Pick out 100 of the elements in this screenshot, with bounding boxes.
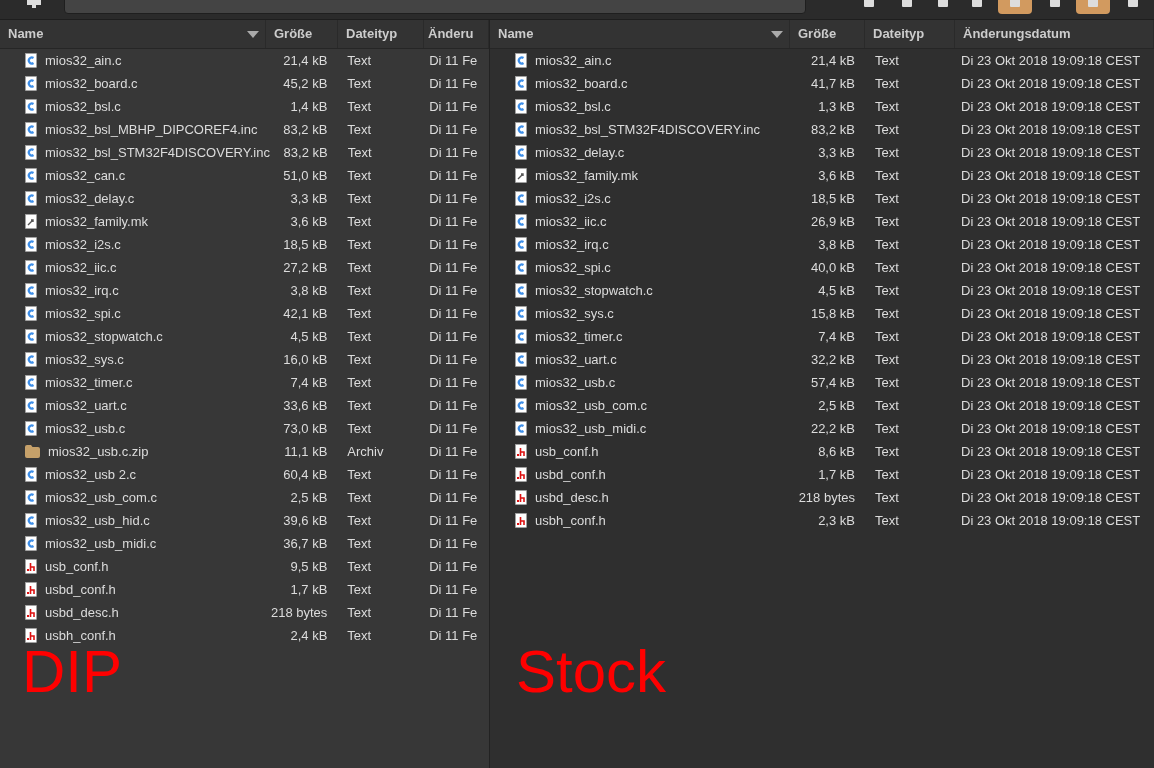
file-name[interactable]: usb_conf.h: [45, 556, 109, 577]
file-name[interactable]: mios32_family.mk: [45, 211, 149, 232]
file-name[interactable]: mios32_usb.c: [535, 372, 616, 393]
modified-date: Di 11 Fe: [429, 627, 478, 643]
file-name[interactable]: mios32_sys.c: [45, 349, 124, 370]
column-header[interactable]: Größe: [790, 20, 865, 48]
file-name[interactable]: mios32_delay.c: [535, 142, 625, 163]
file-name[interactable]: mios32_spi.c: [45, 303, 121, 324]
file-type: Text: [347, 466, 372, 482]
file-name[interactable]: mios32_usb_midi.c: [45, 533, 157, 554]
file-name[interactable]: mios32_i2s.c: [535, 188, 611, 209]
file-name[interactable]: mios32_bsl_STM32F4DISCOVERY.inc: [535, 119, 760, 140]
file-name[interactable]: mios32_bsl.c: [535, 96, 611, 117]
file-name[interactable]: usbd_desc.h: [535, 487, 609, 508]
computer-icon[interactable]: [27, 0, 41, 8]
file-type: Text: [875, 52, 899, 68]
c-file-icon: [515, 191, 527, 206]
file-name[interactable]: mios32_sys.c: [535, 303, 614, 324]
modified-date: Di 11 Fe: [429, 535, 478, 551]
file-name[interactable]: mios32_usb.c: [45, 418, 126, 439]
file-name[interactable]: mios32_usb_com.c: [535, 395, 647, 416]
c-file-icon: [25, 513, 37, 528]
c-file-icon: [515, 214, 527, 229]
file-size: 218 bytes: [270, 604, 328, 620]
file-name[interactable]: usbh_conf.h: [535, 510, 606, 531]
file-name[interactable]: usbd_conf.h: [45, 579, 116, 600]
file-size: 8,6 kB: [818, 443, 855, 459]
modified-date: Di 23 Okt 2018 19:09:18 CEST: [961, 512, 1141, 528]
file-name[interactable]: usb_conf.h: [535, 441, 599, 462]
file-name[interactable]: usbd_conf.h: [535, 464, 606, 485]
file-name[interactable]: mios32_board.c: [45, 73, 138, 94]
file-name[interactable]: mios32_family.mk: [535, 165, 639, 186]
file-name[interactable]: mios32_usb 2.c: [45, 464, 137, 485]
file-size: 18,5 kB: [283, 236, 328, 252]
file-name[interactable]: mios32_bsl_STM32F4DISCOVERY.inc: [45, 142, 270, 163]
file-type: Text: [875, 190, 899, 206]
modified-date: Di 11 Fe: [429, 190, 478, 206]
file-name[interactable]: mios32_spi.c: [535, 257, 611, 278]
file-type: Text: [347, 121, 372, 137]
file-type: Text: [875, 75, 899, 91]
file-name[interactable]: mios32_usb_com.c: [45, 487, 157, 508]
header-file-icon: [25, 628, 37, 643]
file-name[interactable]: mios32_usb_midi.c: [535, 418, 647, 439]
file-name[interactable]: mios32_bsl_MBHP_DIPCOREF4.inc: [45, 119, 258, 140]
column-header[interactable]: Dateityp: [338, 20, 424, 48]
column-header[interactable]: Änderu: [424, 20, 489, 48]
file-size: 27,2 kB: [283, 259, 328, 275]
file-name[interactable]: mios32_iic.c: [535, 211, 607, 232]
file-name[interactable]: mios32_ain.c: [535, 50, 612, 71]
c-file-icon: [25, 421, 37, 436]
file-name[interactable]: mios32_board.c: [535, 73, 628, 94]
file-size: 60,4 kB: [283, 466, 328, 482]
file-name[interactable]: mios32_usb.c.zip: [48, 441, 149, 462]
file-name[interactable]: mios32_uart.c: [45, 395, 127, 416]
modified-date: Di 23 Okt 2018 19:09:18 CEST: [961, 420, 1141, 436]
file-name[interactable]: mios32_usb_hid.c: [45, 510, 150, 531]
file-name[interactable]: usbd_desc.h: [45, 602, 119, 623]
file-size: 83,2 kB: [283, 121, 328, 137]
file-name[interactable]: mios32_irq.c: [535, 234, 609, 255]
column-header[interactable]: Name: [0, 20, 266, 48]
file-name[interactable]: mios32_stopwatch.c: [535, 280, 653, 301]
file-type: Text: [347, 604, 372, 620]
c-file-icon: [25, 536, 37, 551]
column-header[interactable]: Änderungsdatum: [955, 20, 1154, 48]
file-size: 57,4 kB: [810, 374, 855, 390]
modified-date: Di 23 Okt 2018 19:09:18 CEST: [961, 121, 1141, 137]
file-type: Text: [875, 305, 899, 321]
modified-date: Di 11 Fe: [429, 282, 478, 298]
file-type: Text: [347, 397, 372, 413]
c-file-icon: [25, 191, 37, 206]
file-size: 3,6 kB: [290, 213, 328, 229]
column-header[interactable]: Name: [490, 20, 790, 48]
file-name[interactable]: mios32_i2s.c: [45, 234, 121, 255]
file-name[interactable]: mios32_delay.c: [45, 188, 135, 209]
file-size: 51,0 kB: [283, 167, 328, 183]
file-name[interactable]: mios32_iic.c: [45, 257, 117, 278]
file-size: 7,4 kB: [290, 374, 328, 390]
header-file-icon: [515, 467, 527, 482]
c-file-icon: [25, 76, 37, 91]
file-type: Text: [347, 259, 372, 275]
file-name[interactable]: mios32_can.c: [45, 165, 126, 186]
modified-date: Di 23 Okt 2018 19:09:18 CEST: [961, 236, 1141, 252]
file-type: Text: [347, 558, 372, 574]
file-type: Text: [875, 144, 899, 160]
column-header[interactable]: Größe: [266, 20, 338, 48]
file-name[interactable]: mios32_uart.c: [535, 349, 617, 370]
file-size: 36,7 kB: [283, 535, 328, 551]
file-name[interactable]: mios32_timer.c: [45, 372, 133, 393]
file-name[interactable]: mios32_irq.c: [45, 280, 119, 301]
file-size: 3,8 kB: [818, 236, 855, 252]
c-file-icon: [25, 168, 37, 183]
file-name[interactable]: mios32_bsl.c: [45, 96, 121, 117]
c-file-icon: [515, 283, 527, 298]
file-type: Text: [347, 167, 372, 183]
file-name[interactable]: mios32_timer.c: [535, 326, 623, 347]
column-header[interactable]: Dateityp: [865, 20, 955, 48]
modified-date: Di 11 Fe: [429, 581, 478, 597]
file-name[interactable]: mios32_ain.c: [45, 50, 122, 71]
file-size: 2,3 kB: [818, 512, 855, 528]
file-name[interactable]: mios32_stopwatch.c: [45, 326, 163, 347]
